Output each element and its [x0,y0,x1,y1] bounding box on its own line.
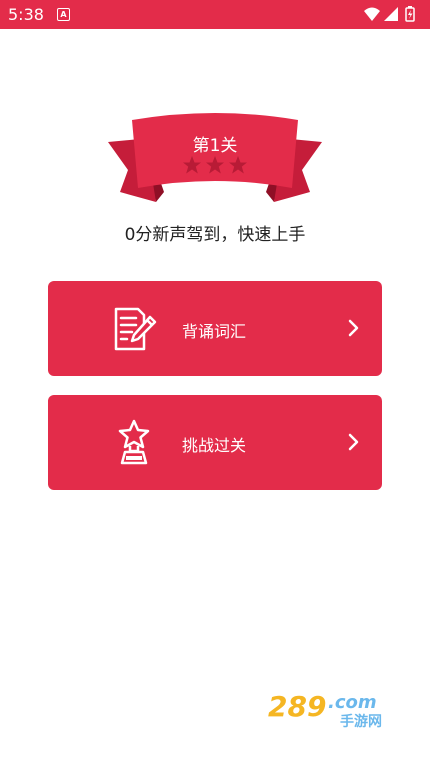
star-rating [182,155,248,179]
level-title: 第1关 [192,136,238,156]
trophy-star-icon [118,419,150,465]
svg-text:手游网: 手游网 [340,713,382,730]
level-subtitle: 0分新声驾到，快速上手 [124,225,306,245]
card-label: 挑战过关 [182,436,247,455]
svg-text:.com: .com [328,692,377,713]
memorize-vocabulary-button[interactable]: 背诵词汇 [48,281,382,376]
notification-a-icon: A [57,8,70,21]
star-icon [229,156,247,174]
status-bar: 5:38 A [0,0,430,29]
star-icon [183,156,201,174]
chevron-right-icon [348,319,359,337]
watermark-logo: 289 .com 手游网 [268,690,382,730]
challenge-level-button[interactable]: 挑战过关 [48,395,382,490]
svg-text:289: 289 [268,690,326,723]
document-pen-icon [114,307,157,351]
signal-icon [384,7,398,21]
card-label: 背诵词汇 [182,322,247,341]
wifi-icon [364,7,380,21]
battery-icon [405,6,415,22]
status-time: 5:38 [8,5,44,24]
chevron-right-icon [348,433,359,451]
status-icons [362,5,422,29]
star-icon [206,156,224,174]
